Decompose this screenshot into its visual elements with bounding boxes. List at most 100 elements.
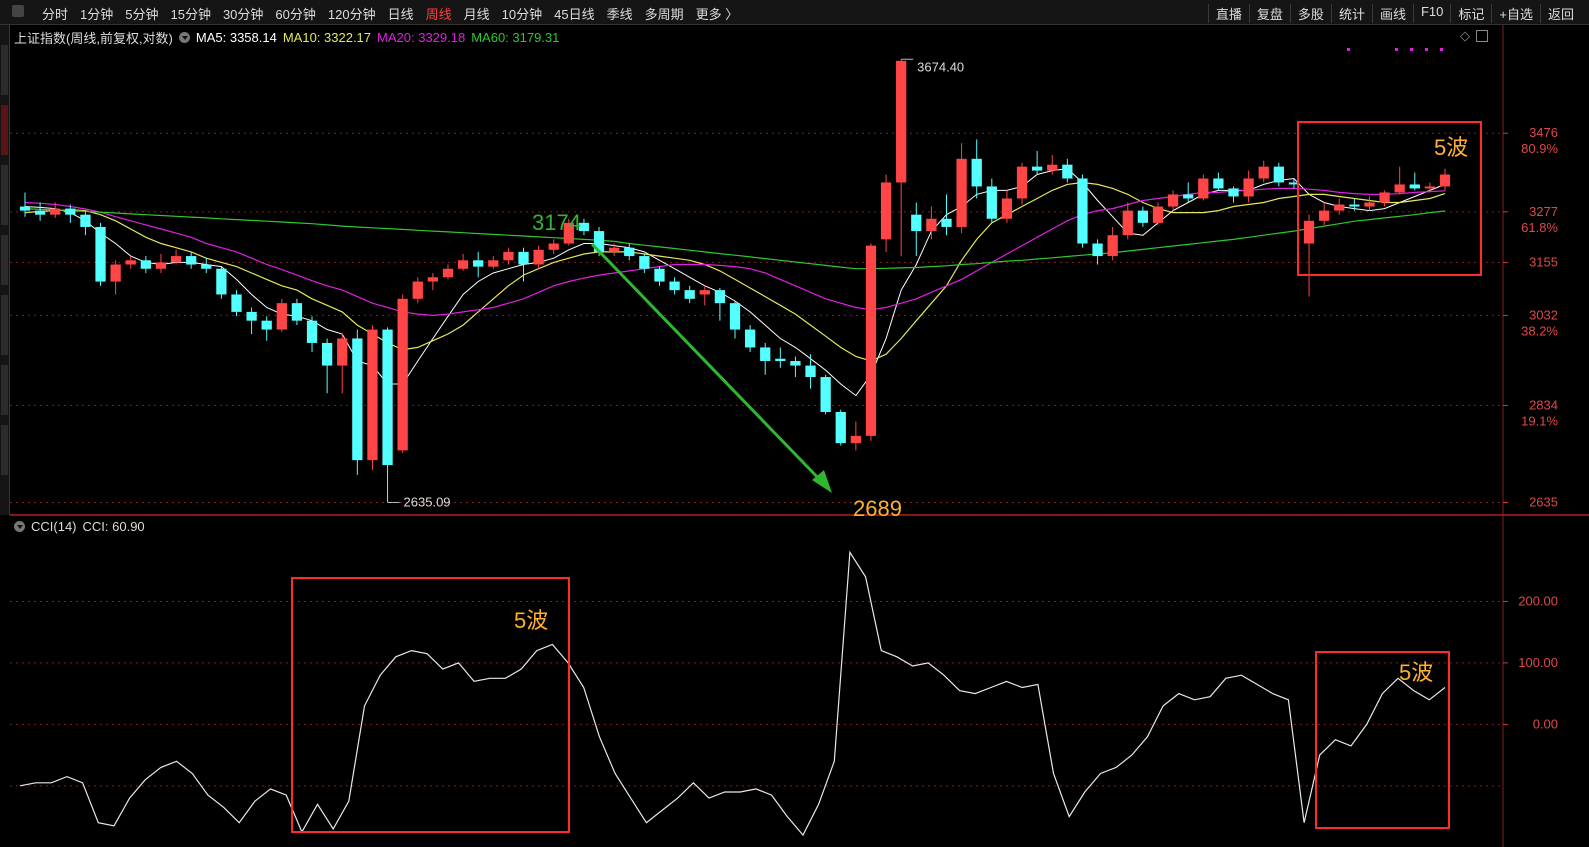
candle-down [1092, 243, 1103, 257]
candle-down [186, 256, 197, 265]
wave-label-cci-2: 5波 [1399, 660, 1433, 685]
candle-down [684, 290, 695, 299]
candle-down [291, 303, 303, 321]
candle-up [1198, 178, 1209, 199]
candle-up [1394, 184, 1405, 193]
pct-tick-label: 38.2% [1521, 323, 1558, 338]
candle-up [1303, 220, 1315, 244]
chart-canvas[interactable]: 347680.9% 327761.8% 3155 303238.2% 283419.1%… [0, 0, 1589, 847]
marker-dot [1410, 48, 1413, 51]
candle-up [1334, 204, 1345, 211]
candle-down [729, 303, 741, 330]
candle-down [95, 226, 106, 282]
candle-down [1137, 210, 1149, 223]
pct-tick-label: 19.1% [1521, 413, 1558, 428]
candle-down [19, 206, 31, 211]
candle-down [1228, 188, 1239, 197]
candle-up [609, 247, 620, 252]
cci-tick-label: 200.00 [1518, 593, 1558, 608]
candle-up [125, 260, 136, 265]
candle-up [442, 268, 454, 278]
candle-down [790, 361, 801, 366]
wave-label-cci-1: 5波 [514, 608, 548, 633]
wave-label-main: 5波 [1434, 135, 1468, 160]
candle-up [412, 281, 423, 299]
candle-up [367, 329, 378, 461]
candle-down [1077, 178, 1088, 244]
trough-annotation: 2689 [853, 496, 902, 521]
candle-down [744, 329, 756, 348]
candle-down [1273, 166, 1284, 183]
candle-up [337, 338, 348, 366]
candle-up [1243, 178, 1254, 197]
price-tick-label: 3277 [1529, 204, 1558, 219]
marker-dot [1395, 48, 1398, 51]
candle-up [1001, 198, 1013, 219]
candle-up [850, 435, 861, 444]
candle-down [201, 264, 212, 269]
candle-down [140, 260, 151, 269]
candle-up [503, 251, 514, 261]
marker-dot [1440, 48, 1443, 51]
cci-tick-label: 100.00 [1518, 655, 1558, 670]
price-tick-label: 3032 [1529, 307, 1558, 322]
candle-up [427, 277, 439, 282]
candle-up [1152, 206, 1164, 223]
candle-down [669, 281, 680, 291]
candle-up [1016, 166, 1028, 199]
candle-up [50, 208, 61, 215]
candle-down [1031, 166, 1043, 171]
candle-down [473, 260, 484, 267]
candle-down [775, 358, 786, 362]
candle-down [1062, 164, 1073, 179]
price-tick-label: 3476 [1529, 125, 1558, 140]
candle-down [941, 218, 952, 227]
cci-line [19, 550, 1446, 837]
pct-tick-label: 61.8% [1521, 220, 1558, 235]
candle-down [820, 377, 831, 413]
candle-up [956, 158, 967, 227]
marker-dot [1347, 48, 1350, 51]
candle-up [1258, 166, 1269, 179]
candle-down [246, 311, 257, 321]
candle-down [80, 214, 91, 227]
candle-down [624, 247, 635, 257]
candle-up [110, 264, 121, 282]
candle-down [986, 186, 997, 219]
candle-up [1379, 192, 1390, 203]
candle-up [1047, 164, 1058, 171]
candle-down [1409, 184, 1420, 189]
candle-up [880, 182, 892, 240]
candle-up [548, 243, 559, 250]
candle-down [306, 320, 318, 343]
candle-up [1319, 210, 1330, 221]
price-tick-label: 3155 [1529, 254, 1558, 269]
candle-up [457, 260, 469, 269]
candle-up [865, 245, 877, 436]
candle-down [760, 347, 771, 362]
candle-down [518, 251, 529, 265]
candle-down [805, 365, 816, 378]
candle-down [1213, 178, 1224, 189]
candle-up [1167, 194, 1179, 207]
candle-down [382, 329, 393, 466]
high-label: 3674.40 [917, 59, 964, 74]
ma60-line [24, 208, 1446, 270]
candle-up [1122, 210, 1133, 236]
low-label: 2635.09 [404, 494, 451, 509]
candle-down [34, 210, 46, 215]
cci-tick-label: 0.00 [1533, 716, 1558, 731]
price-tick-label: 2834 [1529, 397, 1558, 412]
candle-down [714, 290, 726, 304]
candle-down [352, 338, 363, 461]
candle-down [1183, 194, 1194, 199]
candle-up [1424, 186, 1436, 189]
candle-down [835, 412, 846, 444]
peak-annotation: 3174 [532, 210, 581, 235]
candle-up [170, 256, 182, 263]
trend-arrow-line [590, 242, 826, 486]
candle-down [261, 320, 272, 330]
candle-up [155, 262, 167, 269]
candle-down [216, 268, 227, 295]
candle-up [896, 60, 907, 183]
